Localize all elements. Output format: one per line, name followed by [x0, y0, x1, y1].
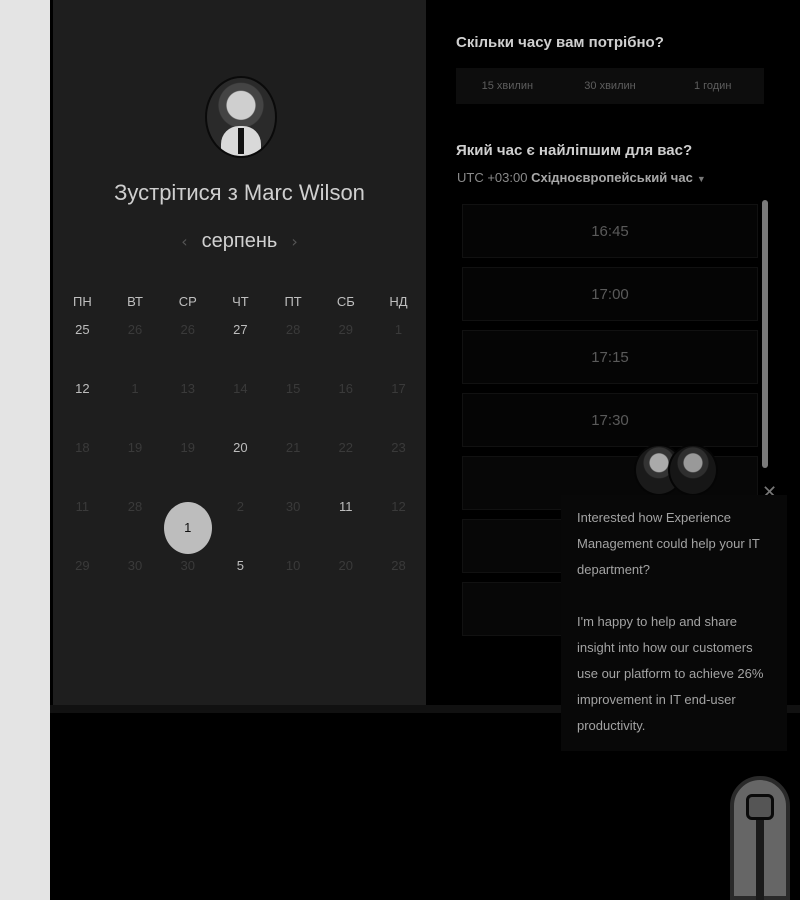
- calendar-day: 13: [180, 381, 195, 396]
- weekday-label: СБ: [336, 294, 355, 309]
- meeting-title: Зустрітися з Marc Wilson: [114, 180, 365, 205]
- weekday-header: ПН ВТ СР ЧТ ПТ СБ НД: [56, 294, 426, 309]
- calendar-day: 10: [285, 558, 301, 573]
- chevron-left-icon[interactable]: ‹: [181, 232, 187, 251]
- calendar-day: 1: [131, 381, 139, 396]
- duration-selector: 15 хвилин 30 хвилин 1 годин: [456, 68, 764, 104]
- time-slot-button[interactable]: 17:00: [462, 267, 758, 321]
- weekday-label: НД: [389, 294, 408, 309]
- calendar-day: 21: [285, 440, 301, 455]
- time-slot-button[interactable]: 17:30: [462, 393, 758, 447]
- calendar-day: 30: [127, 558, 143, 573]
- weekday-label: ПТ: [284, 294, 302, 309]
- duration-option[interactable]: 30 хвилин: [559, 68, 662, 104]
- calendar-day[interactable]: 11: [319, 493, 372, 552]
- host-avatar: [205, 76, 277, 158]
- chevron-right-icon[interactable]: ›: [291, 232, 297, 251]
- time-question: Який час є найліпшим для вас?: [456, 142, 693, 159]
- duration-option[interactable]: 15 хвилин: [456, 68, 559, 104]
- calendar-day[interactable]: 12: [56, 375, 109, 434]
- calendar-day: 29: [338, 322, 354, 337]
- calendar-day[interactable]: 27: [214, 316, 267, 375]
- weekday-label: ЧТ: [232, 294, 249, 309]
- chat-agent-avatar: [668, 444, 718, 496]
- calendar-day: 16: [338, 381, 354, 396]
- calendar-day: 11: [75, 499, 90, 514]
- selected-day[interactable]: 1: [161, 493, 214, 554]
- calendar-day: 14: [233, 381, 248, 396]
- caret-down-icon: ▼: [696, 174, 706, 184]
- calendar-day: 29: [75, 558, 90, 573]
- calendar-day[interactable]: 25: [56, 316, 109, 375]
- chat-popup: Interested how Experience Management cou…: [561, 495, 787, 751]
- calendar-panel: Зустрітися з Marc Wilson ‹ серпень › ПН В…: [53, 0, 426, 708]
- month-label: серпень: [201, 230, 278, 252]
- chat-launcher-button[interactable]: [730, 776, 790, 900]
- calendar-day: 18: [75, 440, 90, 455]
- calendar-day: 30: [180, 558, 195, 573]
- calendar-day: 28: [127, 499, 143, 514]
- calendar-day: 28: [285, 322, 301, 337]
- calendar-day: 19: [180, 440, 195, 455]
- avatar-tie-shape: [238, 128, 244, 154]
- calendar-day: 15: [285, 381, 301, 396]
- calendar-day: 12: [391, 499, 406, 514]
- time-slot-button[interactable]: 16:45: [462, 204, 758, 258]
- page-margin: [0, 0, 50, 900]
- chat-agent-avatars: [634, 444, 720, 498]
- calendar-day: 30: [285, 499, 301, 514]
- chat-message: Interested how Experience Management cou…: [577, 510, 764, 733]
- calendar-day: 26: [127, 322, 143, 337]
- calendar-day: 17: [391, 381, 406, 396]
- calendar-day[interactable]: 20: [214, 434, 267, 493]
- duration-option[interactable]: 1 годин: [661, 68, 764, 104]
- launcher-stem-shape: [756, 820, 764, 900]
- timezone-offset: UTC +03:00: [457, 170, 528, 185]
- timezone-name: Східноєвропейський час: [531, 170, 693, 185]
- time-slot-scrollbar[interactable]: [762, 200, 768, 468]
- calendar-day: 19: [127, 440, 143, 455]
- day-grid: 25 26 26 27 28 29 1 12 1 13 14 15 16 17 18 19 19 20 21 22 23…: [56, 316, 426, 611]
- weekday-label: ПН: [72, 294, 92, 309]
- weekday-label: СР: [178, 294, 197, 309]
- calendar-day[interactable]: 5: [214, 552, 267, 611]
- month-navigation: ‹ серпень ›: [53, 230, 426, 253]
- timezone-selector[interactable]: UTC +03:00 Східноєвропейський час ▼: [457, 170, 706, 185]
- calendar-day: 2: [236, 499, 245, 514]
- calendar-day: 26: [180, 322, 195, 337]
- weekday-label: ВТ: [127, 294, 143, 309]
- selected-day-label: 1: [163, 501, 212, 554]
- time-slot-button[interactable]: 17:15: [462, 330, 758, 384]
- chat-bubble-icon: [746, 794, 774, 820]
- calendar-day: 23: [391, 440, 406, 455]
- duration-question: Скільки часу вам потрібно?: [456, 34, 664, 51]
- calendar-day: 28: [391, 558, 406, 573]
- calendar-day: 20: [338, 558, 354, 573]
- calendar-day: 22: [338, 440, 354, 455]
- calendar-day: 1: [394, 322, 403, 337]
